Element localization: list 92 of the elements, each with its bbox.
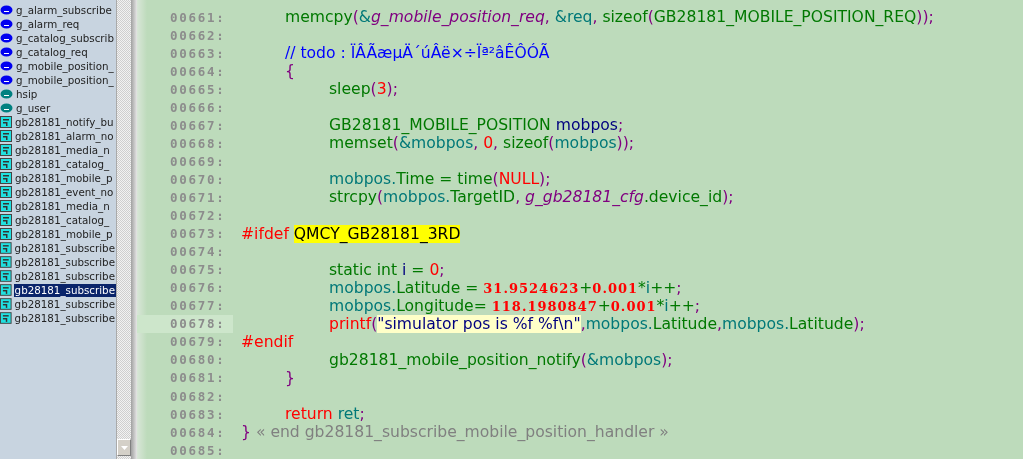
variable-icon	[0, 75, 13, 85]
variable-icon	[0, 61, 13, 71]
function-icon	[0, 312, 12, 324]
function-icon	[0, 284, 12, 296]
function-icon	[0, 298, 12, 310]
code-line: memset(&mobpos, 0, sizeof(mobpos));	[328, 134, 635, 153]
variable-icon	[0, 47, 13, 57]
symbol-item[interactable]: gb28181_subscribe	[13, 269, 116, 283]
symbol-item[interactable]: gb28181_subscribe	[13, 241, 116, 255]
function-icon	[0, 144, 12, 156]
code-line: #ifdef QMCY_GB28181_3RD	[241, 224, 461, 243]
line-number: 00682:	[170, 388, 227, 404]
line-number: 00672:	[170, 208, 227, 224]
code-line: {	[284, 62, 295, 81]
code-line: printf("simulator pos is %f %f\n",mobpos.Latitude,mobpos.Latitude);	[328, 314, 865, 333]
code-line: mobpos.Latitude = 31.9524623+0.001*i++;	[328, 278, 682, 297]
code-line: sleep(3);	[328, 80, 398, 99]
function-icon	[0, 228, 12, 240]
caret-icon	[120, 445, 128, 450]
symbol-item[interactable]: gb28181_mobile_p	[14, 171, 114, 185]
symbol-item[interactable]: g_user	[15, 101, 52, 115]
function-icon	[0, 172, 12, 184]
symbol-item[interactable]: gb28181_event_no	[14, 185, 115, 199]
line-number: 00681:	[170, 370, 227, 386]
function-icon	[0, 158, 12, 170]
code-line: mobpos.Longitude= 118.1980847+0.001*i++;	[328, 296, 701, 315]
code-line: gb28181_mobile_position_notify(&mobpos);	[328, 350, 673, 369]
line-number: 00678:	[170, 316, 227, 332]
code-line: mobpos.Time = time(NULL);	[328, 170, 551, 189]
symbol-item[interactable]: g_mobile_position_	[15, 73, 115, 87]
symbol-item[interactable]: g_catalog_req	[15, 45, 89, 59]
line-number: 00676:	[170, 280, 227, 296]
line-number: 00662:	[170, 27, 227, 43]
code-line: GB28181_MOBILE_POSITION mobpos;	[328, 116, 624, 135]
symbol-item[interactable]: gb28181_media_n	[14, 199, 111, 213]
function-icon	[0, 200, 12, 212]
variable-icon	[0, 89, 13, 99]
symbol-item[interactable]: gb28181_media_n	[14, 143, 111, 157]
symbol-item[interactable]: gb28181_catalog_	[14, 213, 111, 227]
code-line: return ret;	[284, 405, 365, 424]
function-icon	[0, 116, 12, 128]
variable-icon	[0, 33, 13, 43]
line-number: 00669:	[170, 153, 227, 169]
function-icon	[0, 186, 12, 198]
symbol-item[interactable]: gb28181_catalog_	[14, 157, 111, 171]
symbol-item[interactable]: gb28181_mobile_p	[14, 227, 114, 241]
line-number: 00673:	[170, 226, 227, 242]
line-number: 00670:	[170, 171, 227, 187]
function-icon	[0, 270, 12, 282]
symbol-item[interactable]: g_alarm_req	[15, 17, 81, 31]
line-number: 00675:	[170, 262, 227, 278]
line-number: 00663:	[170, 45, 227, 61]
line-number: 00684:	[170, 424, 227, 440]
code-line: } « end gb28181_subscribe_mobile_position_handler »	[241, 423, 669, 442]
code-line: // todo : ÏÂÃæµÄ´úÂë×÷Ïª²âÊÔÓÃ	[284, 44, 550, 63]
code-line: memcpy(&g_mobile_position_req, &req, sizeof(GB28181_MOBILE_POSITION_REQ));	[284, 8, 934, 26]
symbol-item[interactable]: g_alarm_subscribe	[15, 3, 113, 17]
line-number: 00671:	[170, 190, 227, 205]
symbol-item[interactable]: gb28181_alarm_no	[14, 129, 115, 143]
variable-icon	[0, 19, 13, 29]
function-icon	[0, 130, 12, 142]
variable-icon	[0, 103, 13, 113]
function-icon	[0, 242, 12, 254]
scroll-down-button[interactable]	[117, 439, 131, 456]
line-number: 00668:	[170, 135, 227, 151]
scrollbar[interactable]	[116, 0, 131, 459]
function-icon	[0, 256, 12, 268]
code-line: strcpy(mobpos.TargetID, g_gb28181_cfg.device_id);	[328, 188, 734, 207]
symbol-item[interactable]: gb28181_subscribe	[13, 283, 116, 297]
code-line: }	[284, 368, 295, 387]
symbol-item[interactable]: g_mobile_position_	[15, 59, 115, 73]
symbol-item[interactable]: gb28181_subscribe	[13, 297, 116, 311]
line-number: 00674:	[170, 244, 227, 260]
code-line: static int i = 0;	[328, 260, 445, 279]
line-number: 00683:	[170, 406, 227, 422]
line-number: 00685:	[170, 442, 227, 458]
line-number: 00664:	[170, 63, 227, 79]
symbol-item[interactable]: hsip	[15, 87, 39, 101]
symbol-item[interactable]: gb28181_notify_bu	[14, 115, 115, 129]
line-number: 00661:	[170, 9, 227, 25]
code-line: #endif	[241, 332, 294, 351]
line-number: 00665:	[170, 81, 227, 97]
line-number: 00666:	[170, 99, 227, 115]
line-number: 00667:	[170, 117, 227, 133]
function-icon	[0, 214, 12, 226]
line-number: 00677:	[170, 298, 227, 314]
line-number: 00680:	[170, 352, 227, 368]
symbol-item[interactable]: gb28181_subscribe	[13, 311, 116, 325]
variable-icon	[0, 5, 13, 15]
symbol-item[interactable]: gb28181_subscribe	[13, 255, 116, 269]
symbol-item[interactable]: g_catalog_subscrib	[15, 31, 115, 45]
line-number: 00679:	[170, 334, 227, 350]
